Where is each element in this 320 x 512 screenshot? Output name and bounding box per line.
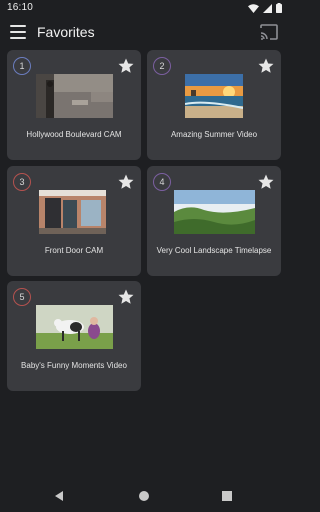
favorite-label: Baby's Funny Moments Video [21, 361, 127, 370]
status-bar: 16:10 [0, 0, 288, 16]
video-thumbnail [174, 190, 255, 234]
navigation-bar [0, 480, 288, 512]
favorite-label: Very Cool Landscape Timelapse [156, 246, 272, 255]
wifi-icon [248, 3, 259, 13]
status-time: 16:10 [7, 2, 34, 13]
favorite-card[interactable]: 3 Front Door CAM [7, 166, 141, 276]
favorite-card[interactable]: 2 Amazing Summer Video [147, 50, 281, 160]
video-thumbnail [39, 190, 106, 234]
favorite-label: Amazing Summer Video [170, 130, 258, 139]
battery-icon [276, 3, 282, 13]
video-thumbnail [36, 74, 113, 118]
page-title: Favorites [37, 24, 95, 40]
favorite-number: 5 [13, 288, 31, 306]
favorite-number: 2 [153, 57, 171, 75]
star-icon[interactable] [257, 173, 275, 191]
video-thumbnail [185, 74, 243, 118]
signal-icon [263, 3, 272, 13]
favorite-card[interactable]: 5 Baby's Funny Moments Video [7, 281, 141, 391]
favorite-number: 4 [153, 173, 171, 191]
recents-icon[interactable] [220, 489, 234, 503]
favorite-label: Front Door CAM [44, 246, 104, 255]
star-icon[interactable] [117, 57, 135, 75]
app-bar: Favorites [0, 16, 288, 48]
favorite-card[interactable]: 4 Very Cool Landscape Timelapse [147, 166, 281, 276]
star-icon[interactable] [257, 57, 275, 75]
favorite-label: Hollywood Boulevard CAM [26, 130, 122, 139]
favorite-number: 3 [13, 173, 31, 191]
video-thumbnail [36, 305, 113, 349]
star-icon[interactable] [117, 173, 135, 191]
home-icon[interactable] [137, 489, 151, 503]
star-icon[interactable] [117, 288, 135, 306]
favorite-number: 1 [13, 57, 31, 75]
back-icon[interactable] [52, 489, 66, 503]
cast-icon[interactable] [259, 23, 279, 41]
menu-icon[interactable] [10, 25, 26, 39]
favorite-card[interactable]: 1 Hollywood Boulevard CAM [7, 50, 141, 160]
